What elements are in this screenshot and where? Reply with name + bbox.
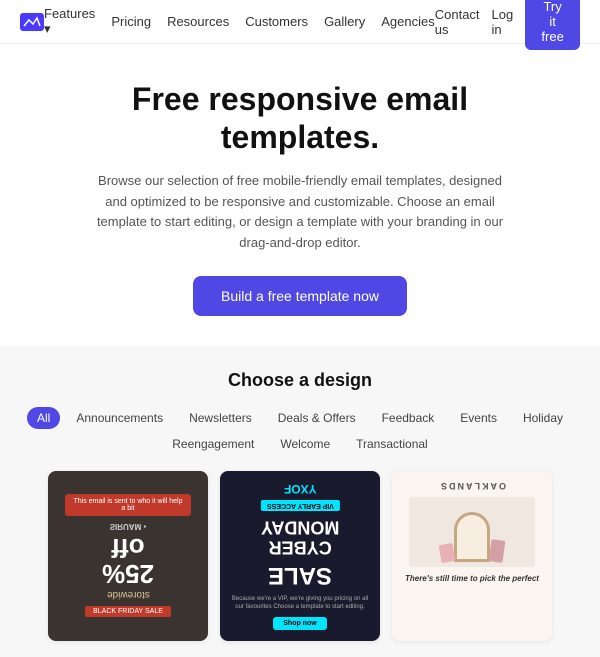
nav-gallery[interactable]: Gallery (324, 14, 365, 29)
filter-row: All Announcements Newsletters Deals & Of… (20, 407, 580, 429)
card1-main-text: 25%off (102, 535, 154, 587)
card2-cta[interactable]: Shop now (273, 617, 326, 630)
template-card-sale[interactable]: This email is sent to who it will help a… (48, 471, 208, 641)
nav-pricing[interactable]: Pricing (111, 14, 151, 29)
nav-features[interactable]: Features ▾ (44, 6, 95, 37)
hero-cta-button[interactable]: Build a free template now (193, 276, 407, 316)
hero-title: Free responsive email templates. (60, 80, 540, 157)
template-card-cyber[interactable]: YXOF VIP EARLY ACCESS CYBERMONDAY SALE B… (220, 471, 380, 641)
card2-body-text: Because we're a VIP, we're giving you pr… (230, 595, 370, 612)
card2-main-text: CYBERMONDAY (261, 517, 339, 557)
template-card-oaklands[interactable]: OAKLANDS There's still time to pick the … (392, 471, 552, 641)
card1-logo: SIRUAM ▪ (110, 522, 147, 531)
nav-customers[interactable]: Customers (245, 14, 308, 29)
nav-resources[interactable]: Resources (167, 14, 229, 29)
card2-logo: YXOF (284, 482, 317, 496)
nav-agencies[interactable]: Agencies (381, 14, 434, 29)
card3-image (409, 497, 535, 567)
filter-events[interactable]: Events (450, 407, 507, 429)
nav-right: Contact us Log in Try it free (435, 0, 580, 50)
card1-label: BLACK FRIDAY SALE (85, 606, 171, 617)
filter-transactional[interactable]: Transactional (346, 433, 438, 455)
hero-description: Browse our selection of free mobile-frie… (90, 171, 510, 254)
filter-welcome[interactable]: Welcome (270, 433, 340, 455)
filter-holiday[interactable]: Holiday (513, 407, 573, 429)
design-section: Choose a design All Announcements Newsle… (0, 346, 600, 657)
navbar: Features ▾ Pricing Resources Customers G… (0, 0, 600, 44)
filter-reengagement[interactable]: Reengagement (162, 433, 264, 455)
filter-announcements[interactable]: Announcements (66, 407, 173, 429)
filter-deals[interactable]: Deals & Offers (268, 407, 366, 429)
card1-sub-text: storewide (107, 589, 150, 600)
card3-brand: OAKLANDS (439, 481, 506, 491)
nav-login[interactable]: Log in (492, 7, 514, 37)
nav-links: Features ▾ Pricing Resources Customers G… (44, 6, 435, 37)
card2-tag: VIP EARLY ACCESS (261, 500, 340, 511)
filter-feedback[interactable]: Feedback (372, 407, 445, 429)
filter-newsletters[interactable]: Newsletters (179, 407, 262, 429)
hero-section: Free responsive email templates. Browse … (0, 44, 600, 346)
card1-top-text: This email is sent to who it will help a… (71, 498, 185, 512)
template-cards: This email is sent to who it will help a… (20, 471, 580, 641)
try-free-button[interactable]: Try it free (525, 0, 580, 50)
logo[interactable] (20, 13, 44, 31)
card2-sale: SALE (268, 561, 332, 589)
nav-contact[interactable]: Contact us (435, 7, 480, 37)
filter-all[interactable]: All (27, 407, 60, 429)
design-heading: Choose a design (20, 370, 580, 391)
filter-row-2: Reengagement Welcome Transactional (20, 433, 580, 455)
card3-body-text: There's still time to pick the perfect (405, 573, 539, 584)
